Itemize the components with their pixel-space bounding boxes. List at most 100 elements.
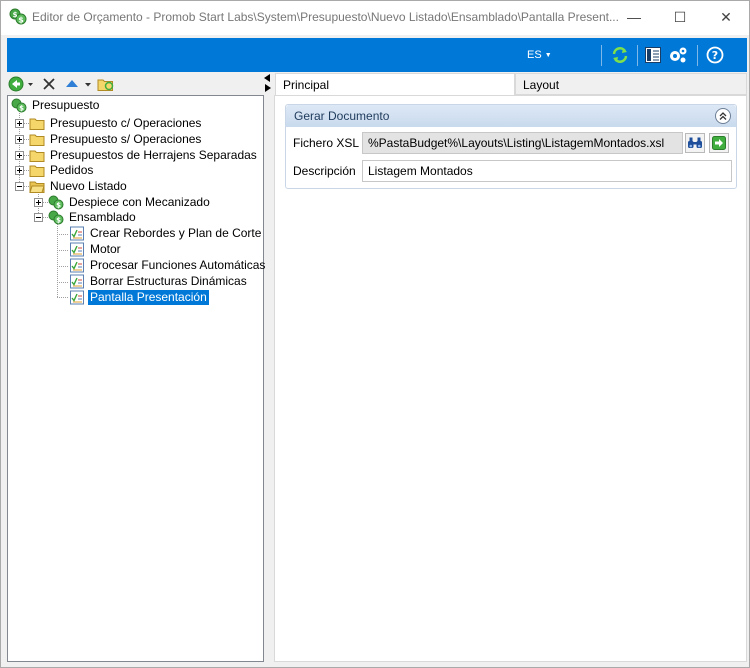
- tree-node-presupuesto-s-operaciones[interactable]: Presupuesto s/ Operaciones: [29, 131, 203, 147]
- svg-text:$: $: [19, 104, 24, 112]
- maximize-button[interactable]: ☐: [657, 1, 703, 33]
- layout-panel-icon: [645, 47, 661, 63]
- tab-layout[interactable]: Layout: [515, 73, 747, 95]
- help-button[interactable]: ?: [705, 45, 725, 65]
- tree-node-presupuestos-herrajens[interactable]: Presupuestos de Herrajens Separadas: [29, 147, 259, 163]
- delete-button[interactable]: [41, 75, 57, 93]
- tree-node-label: Presupuesto c/ Operaciones: [50, 115, 202, 130]
- toolbar-divider: [601, 45, 602, 66]
- tree-node-label: Borrar Estructuras Dinámicas: [90, 273, 247, 288]
- tree-expander[interactable]: [15, 166, 24, 175]
- close-icon: ✕: [720, 8, 732, 25]
- collapse-group-button[interactable]: [715, 108, 731, 124]
- tree-node-label: Presupuesto s/ Operaciones: [50, 131, 202, 146]
- settings-button[interactable]: [668, 45, 688, 65]
- tree-connector: [57, 297, 68, 298]
- tree-expander[interactable]: [15, 151, 24, 160]
- group-header: Gerar Documento: [286, 105, 736, 127]
- tree-expander[interactable]: [15, 135, 24, 144]
- tree-expander[interactable]: [34, 213, 43, 222]
- tree-node-nuevo-listado[interactable]: Nuevo Listado: [29, 178, 129, 194]
- tree-node-label: Despiece con Mecanizado: [69, 194, 210, 209]
- checklist-icon: [70, 242, 84, 256]
- svg-text:$: $: [13, 11, 18, 19]
- delete-icon: [43, 78, 55, 90]
- tree-node-presupuesto[interactable]: $ Presupuesto: [11, 97, 101, 113]
- language-selector[interactable]: ES ▼: [527, 49, 552, 61]
- toolbar-divider: [637, 45, 638, 66]
- back-button[interactable]: [8, 75, 34, 93]
- folder-refresh-button[interactable]: [97, 75, 115, 93]
- close-button[interactable]: ✕: [703, 1, 749, 33]
- open-xsl-button[interactable]: [709, 133, 729, 153]
- group-title: Gerar Documento: [294, 109, 390, 123]
- checklist-icon: [70, 258, 84, 272]
- tree-node-label: Ensamblado: [69, 209, 136, 224]
- tree-connector: [57, 266, 68, 267]
- tree-node-despiece-mecanizado[interactable]: $ Despiece con Mecanizado: [48, 194, 212, 210]
- layout-panel-button[interactable]: [643, 45, 663, 65]
- back-icon: [8, 76, 33, 92]
- move-up-icon: [66, 80, 91, 87]
- tree-expander[interactable]: [34, 198, 43, 207]
- maximize-icon: ☐: [673, 8, 687, 25]
- title-bar: $ $ Editor de Orçamento - Promob Start L…: [1, 1, 749, 35]
- budget-dollar-icon: $ $: [9, 8, 27, 25]
- svg-text:$: $: [18, 16, 24, 25]
- tree-node-procesar-funciones[interactable]: Procesar Funciones Automáticas: [69, 257, 267, 273]
- tree-toolbar: [7, 73, 263, 95]
- tree-connector: [57, 234, 68, 235]
- description-field[interactable]: Listagem Montados: [362, 160, 732, 182]
- tree-node-pantalla-presentacion[interactable]: Pantalla Presentación: [69, 289, 209, 305]
- panel-splitter[interactable]: [263, 73, 273, 93]
- gerar-documento-group: Gerar Documento Fichero XSL %PastaBudget…: [285, 104, 737, 189]
- svg-text:$: $: [56, 216, 61, 224]
- tree-node-label: Procesar Funciones Automáticas: [90, 257, 266, 272]
- move-up-button[interactable]: [64, 75, 94, 93]
- budget-tree[interactable]: $ Presupuesto Presupuesto c/ Operaciones…: [7, 95, 267, 662]
- tree-node-label: Motor: [90, 241, 121, 256]
- checklist-icon: [70, 274, 84, 288]
- refresh-button[interactable]: [610, 45, 630, 65]
- budget-dollar-icon: $: [11, 98, 27, 112]
- tree-expander[interactable]: [15, 119, 24, 128]
- tree-node-motor[interactable]: Motor: [69, 241, 123, 257]
- tab-content-principal: Gerar Documento Fichero XSL %PastaBudget…: [274, 95, 747, 662]
- folder-icon: [29, 134, 45, 146]
- svg-text:?: ?: [712, 49, 718, 62]
- help-icon: ?: [706, 46, 724, 64]
- toolbar-divider: [697, 45, 698, 66]
- tree-node-presupuesto-c-operaciones[interactable]: Presupuesto c/ Operaciones: [29, 115, 203, 131]
- budget-dollar-icon: $: [48, 195, 64, 209]
- settings-gears-icon: [670, 47, 687, 63]
- tree-node-borrar-estructuras[interactable]: Borrar Estructuras Dinámicas: [69, 273, 249, 289]
- editor-window: $ $ Editor de Orçamento - Promob Start L…: [0, 0, 750, 668]
- chevron-down-icon: ▼: [544, 51, 552, 59]
- tree-node-crear-rebordes[interactable]: Crear Rebordes y Plan de Corte: [69, 225, 263, 241]
- tree-node-ensamblado[interactable]: $ Ensamblado: [48, 209, 138, 225]
- minimize-button[interactable]: —: [611, 1, 657, 33]
- tree-node-label: Presupuestos de Herrajens Separadas: [50, 147, 257, 162]
- tree-node-label: Pedidos: [50, 162, 94, 177]
- checklist-icon: [70, 290, 84, 304]
- splitter-arrows-icon: [264, 74, 271, 92]
- checklist-icon: [70, 226, 84, 240]
- svg-text:$: $: [56, 201, 61, 209]
- xsl-file-field[interactable]: %PastaBudget%\Layouts\Listing\ListagemMo…: [362, 132, 683, 154]
- tree-connector: [57, 282, 68, 283]
- arrow-right-icon: [712, 136, 726, 150]
- xsl-file-label: Fichero XSL: [293, 136, 360, 150]
- tab-strip: Principal Layout: [275, 73, 747, 96]
- language-value: ES: [527, 49, 542, 61]
- double-chevron-up-icon: [719, 112, 727, 120]
- binoculars-icon: [688, 137, 702, 148]
- browse-xsl-button[interactable]: [685, 133, 705, 153]
- tree-node-pedidos[interactable]: Pedidos: [29, 162, 95, 178]
- description-label: Descripción: [293, 164, 356, 178]
- tab-principal[interactable]: Principal: [275, 73, 515, 96]
- folder-icon: [29, 118, 45, 130]
- tree-node-label: Nuevo Listado: [50, 178, 127, 193]
- tree-expander[interactable]: [15, 182, 24, 191]
- folder-refresh-icon: [97, 79, 114, 91]
- tree-node-label: Crear Rebordes y Plan de Corte: [90, 225, 262, 240]
